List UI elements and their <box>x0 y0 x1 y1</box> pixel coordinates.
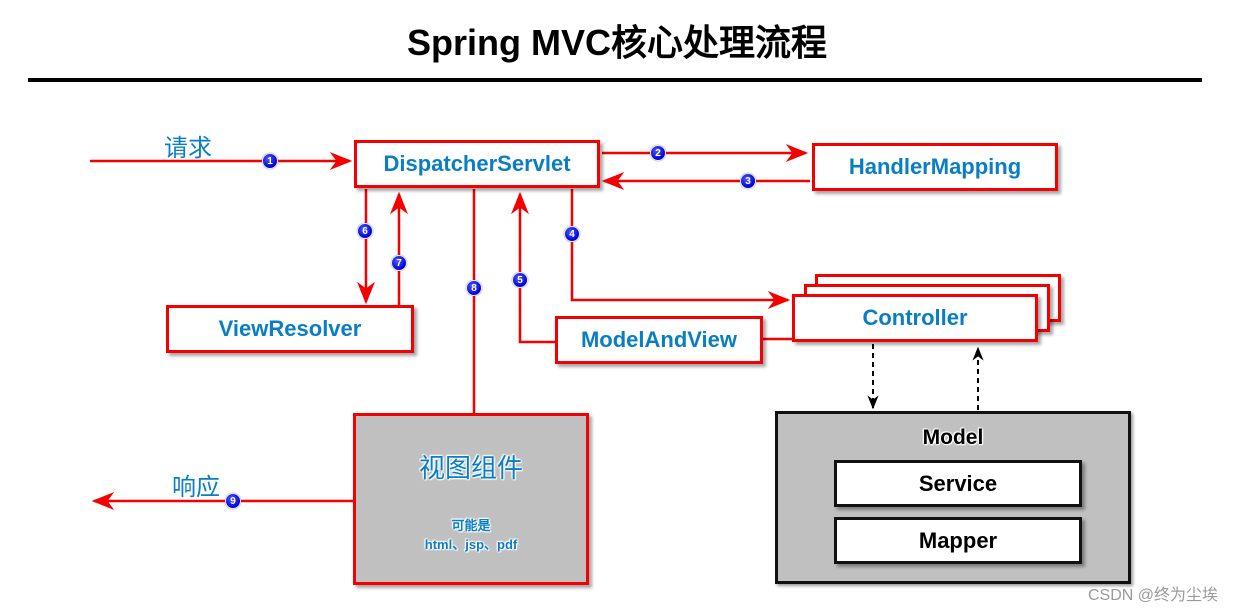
step-badge-7: 7 <box>391 255 407 271</box>
model-and-view-box: ModelAndView <box>555 316 763 364</box>
view-component-formats: html、jsp、pdf <box>424 537 518 552</box>
request-label: 请求 <box>164 135 212 162</box>
model-title: Model <box>922 426 984 449</box>
step-badge-8: 8 <box>466 280 482 296</box>
view-resolver-box: ViewResolver <box>166 305 414 353</box>
arrow-to-controller <box>570 189 791 309</box>
step-badge-4: 4 <box>564 226 580 242</box>
dispatcher-servlet-label: DispatcherServlet <box>383 151 571 176</box>
model-and-view-label: ModelAndView <box>580 327 738 352</box>
step-badge-3: 3 <box>740 173 756 189</box>
step-badge-9: 9 <box>225 493 241 509</box>
watermark: CSDN @终为尘埃 <box>1087 587 1218 604</box>
mapper-layer-label: Mapper <box>918 527 998 553</box>
step-badge-2: 2 <box>650 145 666 161</box>
service-layer-label: Service <box>918 470 998 496</box>
service-layer-box: Service <box>834 460 1082 507</box>
view-component-title: 视图组件 <box>418 453 523 483</box>
dispatcher-servlet-box: DispatcherServlet <box>354 140 600 188</box>
step-badge-5: 5 <box>512 272 528 288</box>
arrow-modelandview-return <box>511 191 556 344</box>
view-component-box: 视图组件 可能是 html、jsp、pdf <box>353 413 589 585</box>
controller-label: Controller <box>862 305 968 330</box>
handler-mapping-box: HandlerMapping <box>812 143 1058 191</box>
controller-box: Controller <box>792 294 1038 342</box>
view-resolver-label: ViewResolver <box>218 316 362 341</box>
response-label: 响应 <box>172 474 220 501</box>
handler-mapping-label: HandlerMapping <box>848 154 1022 179</box>
mapper-layer-box: Mapper <box>834 517 1082 564</box>
view-component-subtitle: 可能是 <box>451 518 491 533</box>
step-badge-6: 6 <box>357 223 373 239</box>
step-badge-1: 1 <box>262 153 278 169</box>
